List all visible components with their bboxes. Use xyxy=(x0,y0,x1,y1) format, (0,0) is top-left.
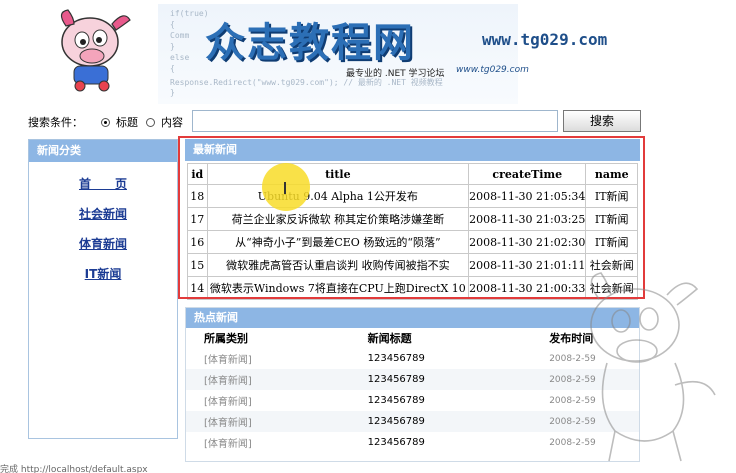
cell-id: 16 xyxy=(187,230,208,254)
code-line: } xyxy=(170,88,175,97)
cell-title[interactable]: 微软表示Windows 7将直接在CPU上跑DirectX 10 xyxy=(206,276,470,300)
table-row[interactable]: 18 Ubuntu 9.04 Alpha 1公开发布 2008-11-30 21… xyxy=(187,184,638,208)
table-row[interactable]: 15 微软雅虎高管否认重启谈判 收购传闻被指不实 2008-11-30 21:0… xyxy=(187,253,638,277)
cell-createtime: 2008-11-30 21:05:34 xyxy=(468,184,587,208)
radio-content-label: 内容 xyxy=(161,116,183,129)
code-line: { xyxy=(170,20,175,29)
category-header: 新闻分类 xyxy=(29,140,177,162)
hot-news-category: [体育新闻] xyxy=(204,376,252,387)
list-item[interactable]: [体育新闻] 123456789 2008-2-59 xyxy=(186,432,639,453)
status-bar-text: 完成 http://localhost/default.aspx xyxy=(0,465,148,473)
latest-news-header: 最新新闻 xyxy=(185,139,640,161)
hot-news-category: [体育新闻] xyxy=(204,397,252,408)
cell-name: IT新闻 xyxy=(585,207,638,231)
cell-createtime: 2008-11-30 21:02:30 xyxy=(468,230,587,254)
cell-name: 社会新闻 xyxy=(585,253,638,277)
hot-news-date: 2008-2-59 xyxy=(549,437,596,448)
cell-title[interactable]: Ubuntu 9.04 Alpha 1公开发布 xyxy=(206,184,470,208)
cell-name: IT新闻 xyxy=(585,230,638,254)
cell-createtime: 2008-11-30 21:01:11 xyxy=(468,253,587,277)
code-line: Comm xyxy=(170,31,190,40)
category-link-sports[interactable]: 体育新闻 xyxy=(79,237,127,251)
table-row[interactable]: 17 荷兰企业家反诉微软 称其定价策略涉嫌垄断 2008-11-30 21:03… xyxy=(187,207,638,231)
cell-title[interactable]: 从“神奇小子”到最差CEO 杨致远的“陨落” xyxy=(206,230,470,254)
search-label: 搜索条件： xyxy=(28,116,83,129)
site-slogan: 最专业的 .NET 学习论坛 xyxy=(346,69,445,79)
cell-createtime: 2008-11-30 21:00:33 xyxy=(468,276,587,300)
hot-news-category: [体育新闻] xyxy=(204,418,252,429)
hot-news-date: 2008-2-59 xyxy=(549,416,596,427)
cursor-highlight xyxy=(262,163,310,211)
hot-news-title[interactable]: 123456789 xyxy=(368,395,550,406)
column-header-id: id xyxy=(187,163,208,185)
text-cursor-icon xyxy=(284,182,286,194)
cow-mascot-logo xyxy=(60,9,131,92)
site-url-small: www.tg029.com xyxy=(456,65,529,75)
hot-news-header: 热点新闻 xyxy=(186,308,639,328)
list-item[interactable]: [体育新闻] 123456789 2008-2-59 xyxy=(186,390,639,411)
latest-news-table: id title createTime name 18 Ubuntu 9.04 … xyxy=(187,163,638,300)
column-header-category: 所属类别 xyxy=(204,332,248,345)
hot-news-date: 2008-2-59 xyxy=(549,353,596,364)
site-banner: if(true) { Comm } else { Response.Redire… xyxy=(0,0,736,108)
category-list: 首 页 社会新闻 体育新闻 IT新闻 xyxy=(29,162,177,296)
hot-news-category: [体育新闻] xyxy=(204,439,252,450)
cell-id: 17 xyxy=(187,207,208,231)
category-item: 首 页 xyxy=(29,176,177,206)
cell-name: 社会新闻 xyxy=(585,276,638,300)
hot-news-title[interactable]: 123456789 xyxy=(368,353,550,364)
radio-title[interactable] xyxy=(101,117,110,127)
search-options: 搜索条件： 标题 内容 xyxy=(28,111,183,133)
category-item: 社会新闻 xyxy=(29,206,177,236)
cell-id: 18 xyxy=(187,184,208,208)
hot-news-date: 2008-2-59 xyxy=(549,395,596,406)
hot-news-title[interactable]: 123456789 xyxy=(368,437,550,448)
code-line: { xyxy=(170,64,175,73)
cell-id: 15 xyxy=(187,253,208,277)
cell-name: IT新闻 xyxy=(585,184,638,208)
cell-title[interactable]: 荷兰企业家反诉微软 称其定价策略涉嫌垄断 xyxy=(206,207,470,231)
category-panel: 新闻分类 首 页 社会新闻 体育新闻 IT新闻 xyxy=(28,139,178,439)
hot-news-panel: 热点新闻 所属类别 新闻标题 发布时间 [体育新闻] 123456789 200… xyxy=(185,307,640,462)
column-header-title: title xyxy=(206,163,470,185)
code-line: } xyxy=(170,42,175,51)
column-header-createtime: createTime xyxy=(468,163,587,185)
column-header-publish-time: 发布时间 xyxy=(549,332,594,345)
site-url: www.tg029.com xyxy=(482,30,608,49)
list-item[interactable]: [体育新闻] 123456789 2008-2-59 xyxy=(186,411,639,432)
radio-content[interactable] xyxy=(146,117,155,127)
search-button[interactable]: 搜索 xyxy=(563,110,641,132)
column-header-news-title: 新闻标题 xyxy=(367,332,412,345)
cell-createtime: 2008-11-30 21:03:25 xyxy=(468,207,587,231)
category-item: 体育新闻 xyxy=(29,236,177,266)
table-row[interactable]: 16 从“神奇小子”到最差CEO 杨致远的“陨落” 2008-11-30 21:… xyxy=(187,230,638,254)
code-line: else xyxy=(170,53,190,62)
hot-news-title[interactable]: 123456789 xyxy=(368,416,550,427)
list-item[interactable]: [体育新闻] 123456789 2008-2-59 xyxy=(186,369,639,390)
hot-news-date: 2008-2-59 xyxy=(549,374,596,385)
hot-news-column-headers: 所属类别 新闻标题 发布时间 xyxy=(186,328,639,348)
table-row[interactable]: 14 微软表示Windows 7将直接在CPU上跑DirectX 10 2008… xyxy=(187,276,638,300)
list-item[interactable]: [体育新闻] 123456789 2008-2-59 xyxy=(186,348,639,369)
column-header-name: name xyxy=(585,163,638,185)
hot-news-title[interactable]: 123456789 xyxy=(368,374,550,385)
cell-id: 14 xyxy=(187,276,208,300)
category-link-home[interactable]: 首 页 xyxy=(79,177,127,191)
hot-news-category: [体育新闻] xyxy=(204,355,252,366)
latest-news-panel: 最新新闻 id title createTime name 18 Ubuntu … xyxy=(185,139,640,300)
site-title: 众志教程网 xyxy=(205,19,415,66)
code-line: if(true) xyxy=(170,9,209,18)
category-link-society[interactable]: 社会新闻 xyxy=(79,207,127,221)
search-input[interactable] xyxy=(192,110,558,132)
radio-title-label: 标题 xyxy=(116,116,138,129)
category-link-it[interactable]: IT新闻 xyxy=(85,267,122,281)
cell-title[interactable]: 微软雅虎高管否认重启谈判 收购传闻被指不实 xyxy=(206,253,470,277)
category-item: IT新闻 xyxy=(29,266,177,296)
table-header-row: id title createTime name xyxy=(187,163,638,185)
hot-news-list: [体育新闻] 123456789 2008-2-59 [体育新闻] 123456… xyxy=(186,348,639,453)
